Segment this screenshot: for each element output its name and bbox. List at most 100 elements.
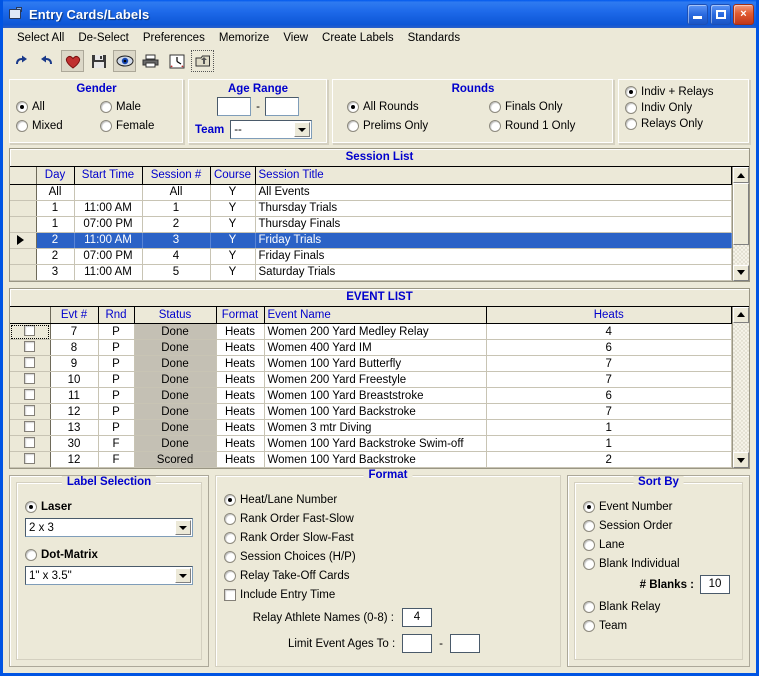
sort-option-blank-relay[interactable]: Blank Relay (583, 597, 734, 616)
format-option-rank-fast-slow[interactable]: Rank Order Fast-Slow (224, 509, 552, 528)
rounds-option-all[interactable]: All Rounds (347, 97, 489, 116)
maximize-button[interactable] (710, 3, 731, 25)
session-col-start-time[interactable]: Start Time (74, 167, 143, 185)
table-row[interactable]: 1 07:00 PM 2 Y Thursday Finals (10, 216, 732, 233)
table-row[interactable]: 9 P Done Heats Women 100 Yard Butterfly … (10, 355, 732, 372)
sort-option-blank-individual[interactable]: Blank Individual (583, 554, 734, 573)
event-list-scrollbar[interactable] (732, 306, 749, 468)
table-row[interactable]: 3 11:00 AM 5 Y Saturday Trials (10, 264, 732, 281)
menu-item-de-select[interactable]: De-Select (71, 30, 136, 46)
clock-button[interactable] (165, 50, 188, 72)
format-option-session-choices[interactable]: Session Choices (H/P) (224, 547, 552, 566)
redo-button[interactable] (9, 50, 32, 72)
menu-item-preferences[interactable]: Preferences (136, 30, 212, 46)
session-col-day[interactable]: Day (36, 167, 75, 185)
favorite-button[interactable] (61, 50, 84, 72)
event-checkbox-cell[interactable] (10, 387, 51, 404)
team-dropdown[interactable]: -- (230, 120, 313, 139)
limit-ages-low-input[interactable] (402, 634, 433, 653)
menu-item-view[interactable]: View (276, 30, 315, 46)
scroll-up-button[interactable] (733, 167, 749, 183)
scroll-track[interactable] (733, 245, 749, 265)
table-row[interactable]: 30 F Done Heats Women 100 Yard Backstrok… (10, 435, 732, 452)
checkbox-icon[interactable] (24, 340, 36, 352)
table-row[interactable]: 1 11:00 AM 1 Y Thursday Trials (10, 200, 732, 217)
label-type-laser[interactable]: Laser (25, 497, 193, 516)
scroll-down-button[interactable] (733, 264, 749, 281)
include-entry-time-checkbox[interactable]: Include Entry Time (224, 585, 552, 604)
table-row[interactable]: 12 P Done Heats Women 100 Yard Backstrok… (10, 403, 732, 420)
scroll-thumb[interactable] (733, 183, 749, 245)
event-col-evt-number[interactable]: Evt # (50, 306, 99, 324)
checkbox-icon[interactable] (24, 324, 36, 336)
dot-matrix-size-dropdown[interactable]: 1" x 3.5" (25, 566, 193, 585)
checkbox-icon[interactable] (224, 588, 236, 601)
gender-option-male[interactable]: Male (100, 97, 154, 116)
rounds-option-finals[interactable]: Finals Only (489, 97, 575, 116)
save-button[interactable] (87, 50, 110, 72)
event-checkbox-cell[interactable] (10, 323, 51, 340)
event-checkbox-cell[interactable] (10, 403, 51, 420)
event-checkbox-cell[interactable] (10, 371, 51, 388)
scroll-down-button[interactable] (733, 452, 749, 468)
sort-option-lane[interactable]: Lane (583, 535, 734, 554)
laser-size-dropdown[interactable]: 2 x 3 (25, 518, 193, 537)
menu-item-memorize[interactable]: Memorize (212, 30, 276, 46)
chevron-down-icon[interactable] (175, 568, 191, 583)
close-button[interactable]: × (733, 3, 754, 25)
checkbox-icon[interactable] (24, 372, 36, 384)
table-row[interactable]: 2 07:00 PM 4 Y Friday Finals (10, 248, 732, 265)
print-button[interactable] (139, 50, 162, 72)
checkbox-icon[interactable] (24, 452, 36, 464)
checkbox-icon[interactable] (24, 388, 36, 400)
table-row[interactable]: 10 P Done Heats Women 200 Yard Freestyle… (10, 371, 732, 388)
table-row[interactable]: 11 P Done Heats Women 100 Yard Breaststr… (10, 387, 732, 404)
checkbox-icon[interactable] (24, 404, 36, 416)
format-option-rank-slow-fast[interactable]: Rank Order Slow-Fast (224, 528, 552, 547)
sort-option-session-order[interactable]: Session Order (583, 516, 734, 535)
gender-option-female[interactable]: Female (100, 116, 154, 135)
entry-type-indiv-relays[interactable]: Indiv + Relays (625, 84, 743, 100)
chevron-down-icon[interactable] (294, 122, 311, 137)
table-row[interactable]: 7 P Done Heats Women 200 Yard Medley Rel… (10, 323, 732, 340)
rounds-option-prelims[interactable]: Prelims Only (347, 116, 489, 135)
entry-type-indiv-only[interactable]: Indiv Only (625, 100, 743, 116)
checkbox-icon[interactable] (24, 436, 36, 448)
session-col-session-number[interactable]: Session # (142, 167, 211, 185)
checkbox-icon[interactable] (24, 420, 36, 432)
session-col-course[interactable]: Course (210, 167, 256, 185)
event-checkbox-cell[interactable] (10, 339, 51, 356)
event-col-status[interactable]: Status (134, 306, 217, 324)
age-high-input[interactable] (264, 97, 299, 116)
session-col-session-title[interactable]: Session Title (255, 167, 732, 185)
undo-button[interactable] (35, 50, 58, 72)
table-row[interactable]: All All Y All Events (10, 184, 732, 201)
sort-option-event-number[interactable]: Event Number (583, 497, 734, 516)
format-option-relay-take-off[interactable]: Relay Take-Off Cards (224, 566, 552, 585)
menu-item-select-all[interactable]: Select All (10, 30, 71, 46)
checkbox-icon[interactable] (24, 356, 36, 368)
age-low-input[interactable] (217, 97, 252, 116)
event-checkbox-cell[interactable] (10, 435, 51, 452)
rounds-option-round1[interactable]: Round 1 Only (489, 116, 575, 135)
menu-item-standards[interactable]: Standards (401, 30, 467, 46)
table-row[interactable]: 13 P Done Heats Women 3 mtr Diving 1 (10, 419, 732, 436)
event-checkbox-cell[interactable] (10, 355, 51, 372)
relay-athlete-names-input[interactable]: 4 (402, 608, 432, 627)
label-type-dot-matrix[interactable]: Dot-Matrix (25, 545, 193, 564)
format-option-heat-lane[interactable]: Heat/Lane Number (224, 490, 552, 509)
gender-option-all[interactable]: All (16, 97, 100, 116)
menu-item-create-labels[interactable]: Create Labels (315, 30, 401, 46)
entry-type-relays-only[interactable]: Relays Only (625, 116, 743, 132)
blanks-input[interactable]: 10 (700, 575, 730, 594)
gender-option-mixed[interactable]: Mixed (16, 116, 100, 135)
event-checkbox-cell[interactable] (10, 419, 51, 436)
table-row-selected[interactable]: 2 11:00 AM 3 Y Friday Trials (10, 232, 732, 249)
event-col-heats[interactable]: Heats (486, 306, 732, 324)
event-checkbox-cell[interactable] (10, 451, 51, 468)
scroll-up-button[interactable] (733, 306, 749, 323)
event-col-format[interactable]: Format (216, 306, 265, 324)
event-col-event-name[interactable]: Event Name (264, 306, 487, 324)
limit-ages-high-input[interactable] (450, 634, 480, 653)
exit-button[interactable] (191, 50, 214, 72)
